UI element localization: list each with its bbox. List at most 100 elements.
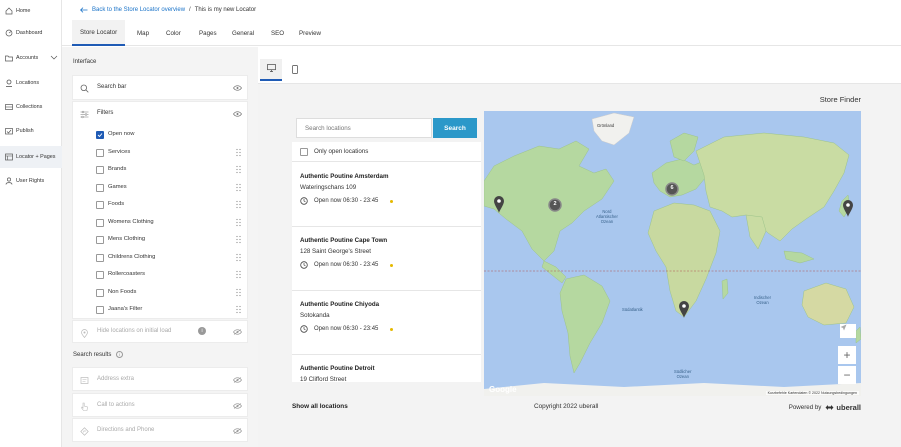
tab-color[interactable]: Color — [166, 20, 181, 46]
zoom-out-button[interactable]: − — [838, 366, 856, 384]
filter-item[interactable]: Brands — [73, 162, 249, 179]
filter-checkbox[interactable] — [96, 271, 104, 279]
filter-item[interactable]: Non Foods — [73, 285, 249, 302]
search-placeholder: Search locations — [305, 124, 351, 132]
eye-off-icon[interactable] — [233, 403, 242, 409]
eye-icon[interactable] — [233, 85, 242, 91]
only-open-toggle[interactable]: Only open locations — [292, 142, 481, 162]
sidebar-item-locations[interactable]: Locations — [0, 72, 62, 94]
eye-off-icon[interactable] — [233, 329, 242, 335]
arrow-left-icon — [80, 7, 88, 13]
open-status-dot — [390, 200, 393, 203]
filter-checkbox[interactable] — [96, 166, 104, 174]
map-pin-cape-town[interactable] — [679, 301, 689, 318]
filter-checkbox[interactable] — [96, 236, 104, 244]
locate-me-button[interactable] — [840, 324, 856, 338]
filters-label: Filters — [97, 110, 114, 116]
filter-item[interactable]: Services — [73, 145, 249, 162]
filter-item[interactable]: Jaana's Filter — [73, 302, 249, 319]
tab-preview[interactable]: Preview — [299, 20, 321, 46]
collections-icon — [5, 103, 13, 111]
search-button[interactable]: Search — [433, 118, 477, 138]
sidebar-item-user-rights[interactable]: User Rights — [0, 170, 62, 192]
filter-checkbox[interactable] — [96, 131, 104, 139]
location-address: Wateringschans 109 — [300, 184, 357, 191]
sidebar-item-label: User Rights — [16, 178, 45, 184]
location-card[interactable]: Authentic Poutine Cape Town 128 Saint Geo… — [292, 227, 481, 291]
sidebar-item-collections[interactable]: Collections — [0, 96, 62, 118]
filter-checkbox[interactable] — [96, 183, 104, 192]
search-input[interactable]: Search locations — [296, 118, 432, 138]
hide-locations-row[interactable]: Hide locations on initial load i — [73, 321, 249, 344]
filter-item[interactable]: Womens Clothing — [73, 215, 249, 232]
filter-item[interactable]: Open now — [73, 127, 249, 144]
search-bar-label: Search bar — [97, 84, 127, 90]
filter-item[interactable]: Rollercoasters — [73, 267, 249, 284]
address-icon — [80, 376, 89, 385]
filter-checkbox[interactable] — [96, 306, 104, 314]
drag-handle-icon[interactable] — [236, 183, 241, 192]
call-to-actions-row[interactable]: Call to actions — [73, 394, 249, 418]
sidebar-item-locator-pages[interactable]: Locator + Pages — [0, 146, 62, 168]
drag-handle-icon[interactable] — [236, 305, 241, 314]
mobile-view-button[interactable] — [284, 59, 306, 81]
filter-item[interactable]: Games — [73, 180, 249, 197]
back-link[interactable]: Back to the Store Locator overview — [80, 7, 185, 13]
location-card[interactable]: Authentic Poutine Chiyoda Sotokanda Open n… — [292, 291, 481, 355]
filter-checkbox[interactable] — [96, 253, 104, 262]
sidebar-item-accounts[interactable]: Accounts — [0, 47, 62, 69]
chevron-down-icon[interactable] — [50, 53, 58, 61]
filter-label: Games — [108, 183, 127, 190]
info-icon[interactable]: i — [198, 327, 206, 335]
address-extra-row[interactable]: Address extra — [73, 368, 249, 392]
only-open-checkbox[interactable] — [300, 148, 308, 156]
filter-checkbox[interactable] — [96, 201, 104, 209]
clock-icon — [300, 325, 308, 333]
eye-icon[interactable] — [233, 111, 242, 117]
filters-row[interactable]: Filters — [73, 102, 249, 126]
land-madagascar — [721, 278, 729, 300]
sidebar-item-publish[interactable]: Publish — [0, 120, 62, 142]
tab-map[interactable]: Map — [137, 20, 149, 46]
tab-pages[interactable]: Pages — [199, 20, 217, 46]
land-europe — [651, 158, 707, 198]
filter-item[interactable]: Mens Clothing — [73, 232, 249, 249]
drag-handle-icon[interactable] — [236, 218, 241, 227]
zoom-in-button[interactable]: + — [838, 346, 856, 364]
search-icon — [80, 84, 89, 93]
drag-handle-icon[interactable] — [236, 253, 241, 262]
tab-seo[interactable]: SEO — [271, 20, 284, 46]
eye-off-icon[interactable] — [233, 377, 242, 383]
filter-checkbox[interactable] — [96, 218, 104, 227]
address-extra-label: Address extra — [97, 376, 135, 382]
location-list: Only open locations Authentic Poutine Am… — [292, 142, 481, 382]
directions-phone-row[interactable]: Directions and Phone — [73, 419, 249, 443]
tab-general[interactable]: General — [232, 20, 254, 46]
filter-checkbox[interactable] — [96, 288, 104, 297]
filter-checkbox[interactable] — [96, 148, 104, 157]
filter-item[interactable]: Childrens Clothing — [73, 250, 249, 267]
drag-handle-icon[interactable] — [236, 148, 241, 157]
info-icon[interactable]: i — [116, 351, 124, 358]
show-all-locations-link[interactable]: Show all locations — [292, 403, 348, 410]
location-card[interactable]: Authentic Poutine Amsterdam Wateringschan… — [292, 163, 481, 227]
tab-label: Preview — [299, 29, 322, 37]
map[interactable]: 2 6 Grönland Nord Atlantischer Ozean Süd… — [484, 111, 861, 396]
map-attribution[interactable]: Kurzbefehle Kartendaten © 2022 Nutzungsb… — [765, 391, 859, 395]
powered-by[interactable]: Powered by uberall — [789, 403, 861, 412]
eye-off-icon[interactable] — [233, 428, 242, 434]
sidebar-item-dashboard[interactable]: Dashboard — [0, 22, 62, 44]
search-bar-card: Search bar — [72, 75, 248, 100]
filter-label: Mens Clothing — [108, 236, 146, 242]
drag-handle-icon[interactable] — [236, 288, 241, 297]
drag-handle-icon[interactable] — [236, 235, 241, 244]
desktop-view-button[interactable] — [260, 59, 282, 81]
drag-handle-icon[interactable] — [236, 200, 241, 209]
sidebar-item-home[interactable]: Home — [0, 0, 62, 22]
search-bar-row[interactable]: Search bar — [73, 76, 249, 100]
drag-handle-icon[interactable] — [236, 165, 241, 174]
tab-store-locator[interactable]: Store Locator — [72, 20, 126, 46]
location-card[interactable]: Authentic Poutine Detroit 19 Clifford Str… — [292, 355, 481, 382]
filter-item[interactable]: Foods — [73, 197, 249, 214]
drag-handle-icon[interactable] — [236, 270, 241, 279]
